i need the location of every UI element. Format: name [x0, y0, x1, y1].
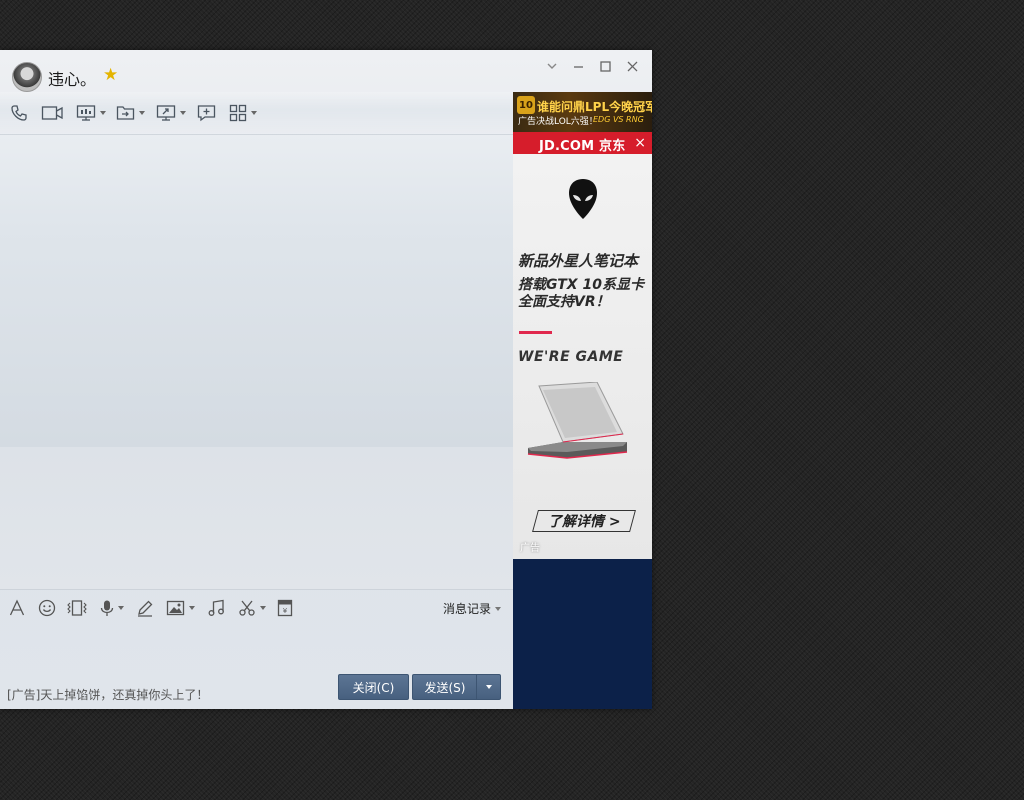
- screenshot-scissors-icon[interactable]: [238, 599, 266, 617]
- image-icon[interactable]: [166, 599, 195, 617]
- lpl-banner-match: EDG VS RNG: [593, 115, 644, 124]
- font-icon[interactable]: [9, 599, 25, 617]
- message-history-button[interactable]: 消息记录: [443, 600, 501, 617]
- ad-label: 广告: [520, 543, 540, 554]
- message-input[interactable]: [广告]天上掉馅饼，还真掉你头上了！ 关闭(C) 发送(S): [0, 626, 513, 709]
- file-transfer-icon[interactable]: [116, 103, 145, 123]
- accent-divider: [519, 331, 552, 334]
- chevron-down-icon: [485, 685, 492, 689]
- remote-desktop-icon[interactable]: [156, 103, 186, 123]
- ad-headline: 新品外星人笔记本: [518, 252, 639, 270]
- message-history-lower[interactable]: [0, 447, 513, 589]
- jd-logo-text: JD.COM 京东: [539, 139, 626, 154]
- chevron-down-icon: [495, 606, 501, 611]
- jd-ad-header: JD.COM 京东 ×: [513, 132, 652, 154]
- footer-ad-text[interactable]: [广告]天上掉馅饼，还真掉你头上了！: [7, 686, 208, 703]
- ad-slogan: WE'RE GAME: [518, 349, 624, 365]
- message-history-label: 消息记录: [442, 602, 491, 616]
- music-icon[interactable]: [207, 599, 225, 617]
- shake-window-icon[interactable]: [66, 599, 88, 617]
- window-controls: [542, 57, 642, 76]
- dropdown-arrow-icon[interactable]: [542, 57, 561, 76]
- send-button[interactable]: 发送(S): [412, 674, 477, 700]
- contact-name[interactable]: 违心。: [48, 66, 96, 90]
- emoji-icon[interactable]: [38, 599, 56, 617]
- apps-icon[interactable]: [229, 103, 257, 123]
- svg-text:¥: ¥: [283, 607, 288, 615]
- screen-share-icon[interactable]: [76, 103, 106, 123]
- voice-message-icon[interactable]: [100, 599, 124, 617]
- create-group-icon[interactable]: [197, 103, 216, 123]
- lpl-banner-ad[interactable]: 10 谁能问鼎LPL今晚冠军 广告决战LOL六强！ EDG VS RNG: [513, 92, 652, 132]
- ad-line-1: 搭载GTX 10系显卡: [518, 277, 644, 293]
- alien-head-icon: [569, 179, 597, 219]
- input-toolbar: ¥ 消息记录: [0, 589, 513, 626]
- close-icon[interactable]: [623, 57, 642, 76]
- learn-more-label: 了解详情 >: [547, 514, 621, 530]
- title-bar: 违心。 ★: [0, 50, 652, 92]
- lpl-banner-subtitle: 广告决战LOL六强！: [518, 117, 598, 127]
- chat-window: 违心。 ★ ¥ 消息记录 [广告]天上掉馅饼，还真掉你头上了！ 关闭(C) 发送…: [0, 50, 652, 709]
- doodle-pen-icon[interactable]: [136, 599, 154, 617]
- lpl-logo: 10: [517, 96, 535, 114]
- close-button[interactable]: 关闭(C): [338, 674, 409, 700]
- phone-icon[interactable]: [10, 103, 28, 123]
- ad-line-2: 全面支持VR！: [518, 294, 610, 310]
- laptop-image: [527, 382, 628, 459]
- video-icon[interactable]: [41, 103, 64, 123]
- send-options-button[interactable]: [476, 674, 501, 700]
- lpl-banner-title: 谁能问鼎LPL今晚冠军: [537, 100, 652, 114]
- alienware-ad[interactable]: 新品外星人笔记本 搭载GTX 10系显卡 全面支持VR！ WE'RE GAME …: [513, 154, 652, 559]
- contact-avatar[interactable]: [12, 62, 42, 92]
- minimize-icon[interactable]: [569, 57, 588, 76]
- side-advertisement[interactable]: 10 谁能问鼎LPL今晚冠军 广告决战LOL六强！ EDG VS RNG JD.…: [513, 92, 652, 709]
- learn-more-button[interactable]: 了解详情 >: [532, 510, 636, 532]
- message-history-area[interactable]: [0, 135, 513, 447]
- chat-toolbar: [0, 92, 513, 135]
- ad-close-icon[interactable]: ×: [634, 135, 646, 151]
- maximize-icon[interactable]: [596, 57, 615, 76]
- red-packet-icon[interactable]: ¥: [277, 599, 293, 617]
- star-icon[interactable]: ★: [103, 65, 118, 85]
